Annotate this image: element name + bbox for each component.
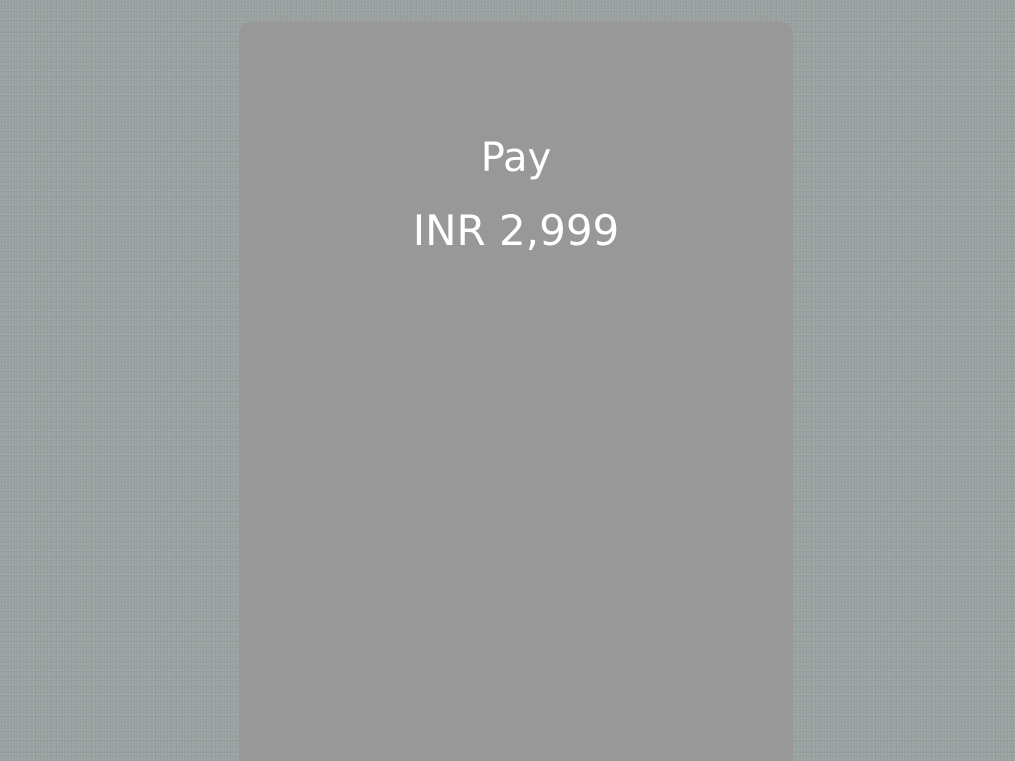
payment-amount: INR 2,999 (412, 206, 620, 255)
payment-sheet: Pay INR 2,999 (239, 22, 793, 761)
pay-title: Pay (480, 135, 552, 181)
